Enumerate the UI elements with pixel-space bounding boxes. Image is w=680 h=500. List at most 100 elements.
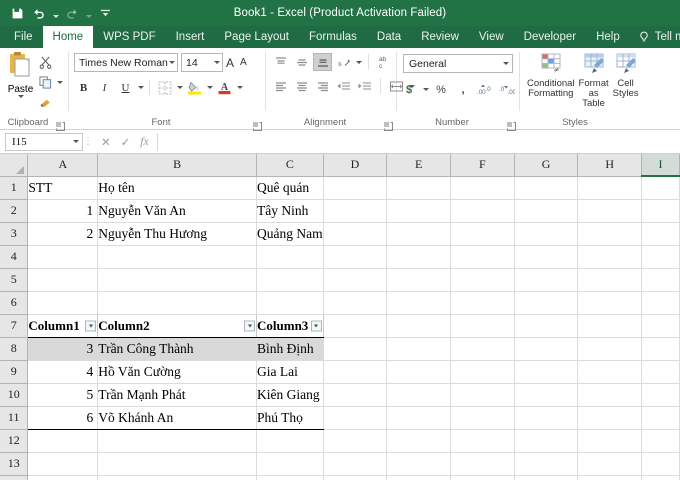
row-header-14[interactable]: 14 xyxy=(0,475,29,480)
cell-h9[interactable] xyxy=(577,360,643,384)
cell-i14[interactable] xyxy=(641,475,680,480)
cell-i4[interactable] xyxy=(641,245,680,269)
cell-h13[interactable] xyxy=(577,452,643,476)
increase-indent-icon[interactable] xyxy=(355,77,374,95)
cell-g1[interactable] xyxy=(514,176,579,200)
cell-b9[interactable]: Hồ Văn Cường xyxy=(97,360,258,384)
cell-e7[interactable] xyxy=(386,314,452,338)
row-header-9[interactable]: 9 xyxy=(0,360,29,384)
cell-a14[interactable] xyxy=(27,475,99,480)
font-size-dropdown-icon[interactable] xyxy=(214,61,220,64)
cell-g4[interactable] xyxy=(514,245,579,269)
cell-c4[interactable] xyxy=(256,245,324,269)
cell-e14[interactable] xyxy=(386,475,452,480)
row-header-2[interactable]: 2 xyxy=(0,199,29,223)
cell-c1[interactable]: Quê quán xyxy=(256,176,324,200)
cell-styles-button[interactable]: Cell Styles xyxy=(611,52,641,100)
cell-b3[interactable]: Nguyễn Thu Hương xyxy=(97,222,258,246)
cell-a11[interactable]: 6 xyxy=(27,406,99,430)
column-header-c[interactable]: C xyxy=(256,154,324,177)
cell-g10[interactable] xyxy=(514,383,579,407)
cell-h5[interactable] xyxy=(577,268,643,292)
cell-b1[interactable]: Họ tên xyxy=(97,176,258,200)
cell-a4[interactable] xyxy=(27,245,99,269)
row-header-11[interactable]: 11 xyxy=(0,406,29,430)
undo-dropdown-icon[interactable] xyxy=(51,3,60,23)
cell-f14[interactable] xyxy=(450,475,515,480)
column-header-e[interactable]: E xyxy=(386,154,452,177)
cell-i6[interactable] xyxy=(641,291,680,315)
cell-e1[interactable] xyxy=(386,176,452,200)
cell-i5[interactable] xyxy=(641,268,680,292)
cell-b4[interactable] xyxy=(97,245,258,269)
grow-font-icon[interactable]: A xyxy=(223,56,237,70)
cell-d5[interactable] xyxy=(323,268,388,292)
cell-h2[interactable] xyxy=(577,199,643,223)
cancel-icon[interactable]: ✕ xyxy=(101,135,111,149)
bold-button[interactable]: B xyxy=(74,78,93,97)
cell-d13[interactable] xyxy=(323,452,388,476)
cell-g14[interactable] xyxy=(514,475,579,480)
row-header-7[interactable]: 7 xyxy=(0,314,29,338)
cell-e2[interactable] xyxy=(386,199,452,223)
borders-icon[interactable] xyxy=(155,78,174,97)
tab-insert[interactable]: Insert xyxy=(166,26,215,48)
shrink-font-icon[interactable]: A xyxy=(237,57,250,68)
font-size-input[interactable]: 14 xyxy=(181,53,223,72)
cell-d9[interactable] xyxy=(323,360,388,384)
cell-e6[interactable] xyxy=(386,291,452,315)
cell-a2[interactable]: 1 xyxy=(27,199,99,223)
row-header-5[interactable]: 5 xyxy=(0,268,29,292)
cell-d14[interactable] xyxy=(323,475,388,480)
fill-color-icon[interactable] xyxy=(185,78,204,97)
row-header-12[interactable]: 12 xyxy=(0,429,29,453)
orientation-icon[interactable]: a xyxy=(334,53,353,71)
cell-a3[interactable]: 2 xyxy=(27,222,99,246)
redo-icon[interactable] xyxy=(62,3,82,23)
cell-g7[interactable] xyxy=(514,314,579,338)
font-name-dropdown-icon[interactable] xyxy=(169,61,175,64)
tab-page-layout[interactable]: Page Layout xyxy=(214,26,299,48)
cell-f5[interactable] xyxy=(450,268,515,292)
column-header-h[interactable]: H xyxy=(577,154,643,177)
cell-c14[interactable] xyxy=(256,475,324,480)
paste-button[interactable]: Paste xyxy=(5,51,36,98)
row-header-10[interactable]: 10 xyxy=(0,383,29,407)
increase-decimal-icon[interactable]: .00.0 xyxy=(476,80,495,99)
cell-c13[interactable] xyxy=(256,452,324,476)
cell-h6[interactable] xyxy=(577,291,643,315)
cell-f4[interactable] xyxy=(450,245,515,269)
column-header-f[interactable]: F xyxy=(450,154,515,177)
cell-g11[interactable] xyxy=(514,406,579,430)
wrap-text-icon[interactable]: ab c xyxy=(375,53,394,71)
underline-button[interactable]: U xyxy=(116,78,135,97)
conditional-formatting-button[interactable]: ≠ Conditional Formatting xyxy=(525,52,577,100)
tab-data[interactable]: Data xyxy=(367,26,411,48)
cell-b5[interactable] xyxy=(97,268,258,292)
cell-i2[interactable] xyxy=(641,199,680,223)
column-header-a[interactable]: A xyxy=(27,154,99,177)
orientation-dropdown-icon[interactable] xyxy=(356,60,362,64)
cell-c8[interactable]: Bình Định xyxy=(256,337,324,361)
cell-e3[interactable] xyxy=(386,222,452,246)
top-align-icon[interactable] xyxy=(271,53,290,71)
cell-g13[interactable] xyxy=(514,452,579,476)
cell-d6[interactable] xyxy=(323,291,388,315)
cell-h10[interactable] xyxy=(577,383,643,407)
cell-g8[interactable] xyxy=(514,337,579,361)
tell-me-search[interactable]: Tell me what you xyxy=(630,26,680,48)
cell-d10[interactable] xyxy=(323,383,388,407)
format-as-table-button[interactable]: Format as Table xyxy=(577,52,611,110)
tab-formulas[interactable]: Formulas xyxy=(299,26,367,48)
cell-f2[interactable] xyxy=(450,199,515,223)
name-box-dropdown-icon[interactable] xyxy=(73,140,79,143)
cell-e4[interactable] xyxy=(386,245,452,269)
cell-c12[interactable] xyxy=(256,429,324,453)
tab-wps-pdf[interactable]: WPS PDF xyxy=(93,26,165,48)
spreadsheet-grid[interactable]: A B C D E F G H I 1 STT Họ tên Quê quán … xyxy=(0,154,680,480)
undo-icon[interactable] xyxy=(29,3,49,23)
cell-g5[interactable] xyxy=(514,268,579,292)
percent-style-icon[interactable]: % xyxy=(432,80,451,99)
cell-h7[interactable] xyxy=(577,314,643,338)
cell-f7[interactable] xyxy=(450,314,515,338)
